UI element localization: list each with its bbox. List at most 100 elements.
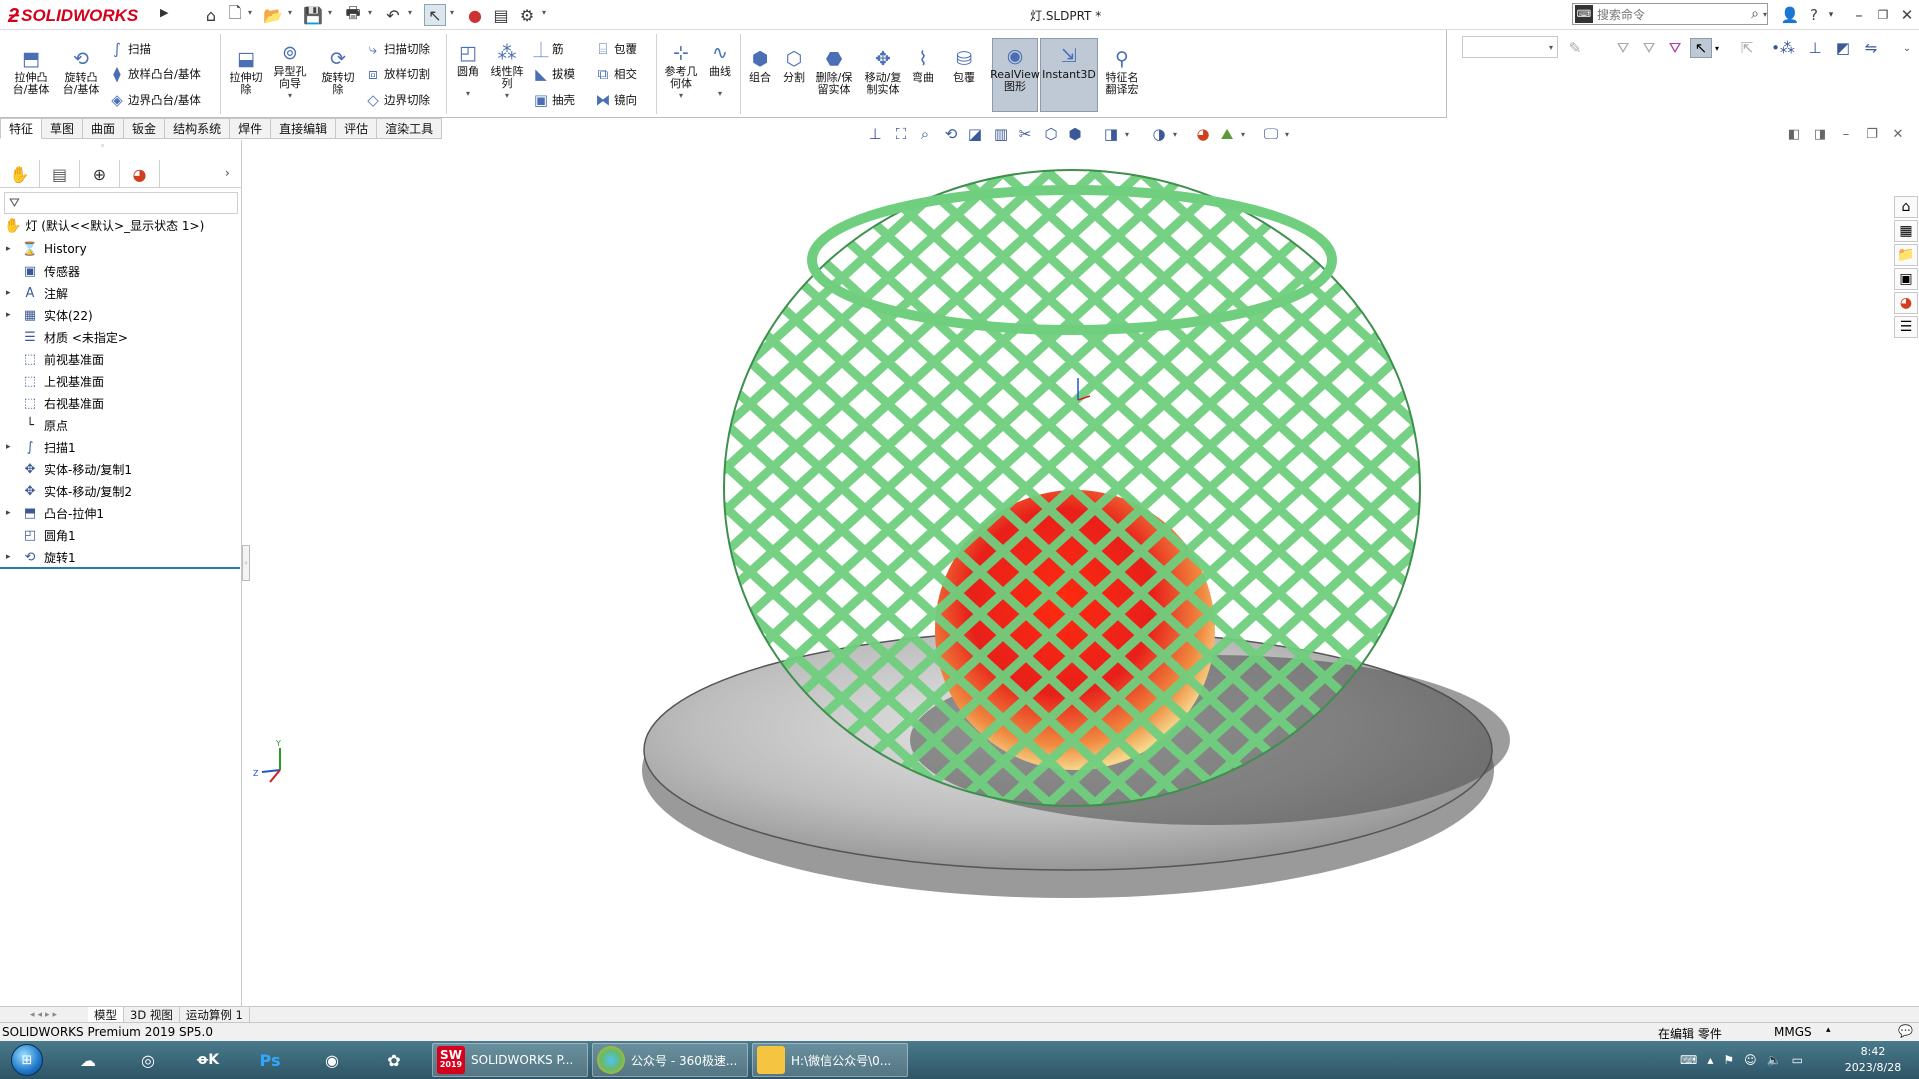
tray-network-icon[interactable]: ▭ (1792, 1053, 1803, 1067)
hole-wizard-button[interactable]: ⊚ 异型孔 向导 ▾ (268, 42, 312, 102)
help-icon[interactable]: ? (1804, 4, 1824, 26)
tab-sheet-metal[interactable]: 钣金 (124, 118, 166, 139)
display-style-icon[interactable]: ⬢ (1064, 124, 1086, 144)
close-window-icon[interactable]: ✕ (1896, 4, 1918, 26)
solidworks-logo[interactable]: ƻ SOLIDWORKS (8, 4, 156, 28)
wrap2-button[interactable]: ⛁ 包覆 (944, 48, 984, 84)
undo-dropdown-icon[interactable]: ▾ (408, 8, 416, 17)
section-view-icon[interactable]: ◪ (964, 124, 986, 144)
view-settings-scene-icon[interactable]: ⛰ (1216, 124, 1238, 144)
split-button[interactable]: ⬡ 分割 (778, 48, 810, 84)
intersect-button[interactable]: ⧉ 相交 (592, 63, 637, 85)
tab-motion-study[interactable]: 运动算例 1 (180, 1007, 250, 1022)
tab-weldments[interactable]: 焊件 (230, 118, 272, 139)
tray-qq-icon[interactable]: ☺ (1744, 1053, 1757, 1067)
panel-collapse-handle[interactable]: ◦ (242, 545, 250, 581)
tree-item-sensors[interactable]: ▣ 传感器 (6, 260, 238, 282)
panel-grip-icon[interactable]: ◦ (100, 142, 105, 152)
tree-item-solid-bodies[interactable]: ▸ ▦ 实体(22) (6, 304, 238, 326)
save-dropdown-icon[interactable]: ▾ (328, 8, 336, 17)
taskbar-browser-icon[interactable]: ◎ (120, 1043, 176, 1077)
apply-scene-icon[interactable]: ◕ (1192, 124, 1214, 144)
snap-point-icon[interactable]: •⁂ (1771, 38, 1795, 58)
new-dropdown-icon[interactable]: ▾ (248, 8, 256, 17)
tab-model[interactable]: 模型 (88, 1007, 124, 1022)
open-folder-icon[interactable]: 📂 (262, 4, 284, 26)
select-over-geometry-icon[interactable]: ⇱ (1736, 38, 1758, 58)
lofted-cut-button[interactable]: ⧈ 放样切割 (362, 63, 430, 85)
view-orientation-icon[interactable]: ⬡ (1040, 124, 1062, 144)
filter-edges-icon[interactable]: ⛛ (1664, 38, 1686, 58)
search-icon[interactable]: ⌕ (1751, 6, 1759, 22)
tab-3d-view[interactable]: 3D 视图 (124, 1007, 180, 1022)
boundary-boss-button[interactable]: ◈ 边界凸台/基体 (106, 89, 201, 111)
tree-item-move-copy1[interactable]: ✥ 实体-移动/复制1 (6, 458, 238, 480)
tree-item-fillet1[interactable]: ◰ 圆角1 (6, 524, 238, 546)
taskbar-baidu-netdisk-icon[interactable]: ☁ (60, 1043, 116, 1077)
viewport-tile-left-icon[interactable]: ◧ (1784, 124, 1804, 144)
options-dropdown-icon[interactable]: ▾ (542, 8, 550, 17)
task-pane-home-icon[interactable]: ⌂ (1894, 196, 1918, 218)
taskbar-window-browser[interactable]: 公众号 - 360极速... (592, 1043, 748, 1077)
swept-cut-button[interactable]: ⤷ 扫描切除 (362, 38, 430, 60)
task-pane-design-library-icon[interactable]: ▦ (1894, 220, 1918, 242)
viewport-close-icon[interactable]: ✕ (1888, 124, 1908, 144)
help-dropdown-icon[interactable]: ▾ (1826, 4, 1836, 26)
realview-button[interactable]: ◉ RealView 图形 (990, 38, 1040, 112)
scene-dropdown-icon[interactable]: ▾ (1238, 124, 1248, 144)
tray-volume-icon[interactable]: 🔈 (1767, 1053, 1782, 1067)
tray-expand-icon[interactable]: ▴ (1707, 1053, 1713, 1067)
edit-appearance-icon[interactable]: ◑ (1148, 124, 1170, 144)
viewport-minimize-icon[interactable]: – (1836, 124, 1856, 144)
snap-line-icon[interactable]: ⊥ (1804, 38, 1826, 58)
tree-item-sweep1[interactable]: ▸ ∫ 扫描1 (6, 436, 238, 458)
view-setting-icon[interactable]: ✂ (1014, 124, 1036, 144)
tree-item-top-plane[interactable]: ⬚ 上视基准面 (6, 370, 238, 392)
rollback-bar[interactable] (0, 567, 240, 569)
file-properties-icon[interactable]: ▤ (490, 4, 512, 26)
reference-geometry-button[interactable]: ⊹ 参考几 何体 ▾ (660, 42, 702, 102)
combo-dropdown-icon[interactable]: ▾ (1549, 43, 1553, 52)
configuration-combo[interactable]: ▾ (1462, 36, 1558, 58)
tree-item-boss-extrude1[interactable]: ▸ ⬒ 凸台-拉伸1 (6, 502, 238, 524)
combine-button[interactable]: ⬢ 组合 (744, 48, 776, 84)
extrude-cut-button[interactable]: ⬓ 拉伸切 除 (224, 48, 268, 96)
tree-item-annotations[interactable]: ▸ A 注解 (6, 282, 238, 304)
open-dropdown-icon[interactable]: ▾ (288, 8, 296, 17)
tab-render-tools[interactable]: 渲染工具 (377, 118, 443, 139)
search-dropdown-icon[interactable]: ▾ (1763, 10, 1767, 19)
minimize-window-icon[interactable]: – (1848, 4, 1870, 26)
tree-item-move-copy2[interactable]: ✥ 实体-移动/复制2 (6, 480, 238, 502)
select-mode-dropdown-icon[interactable]: ▾ (1712, 38, 1722, 58)
menu-expand-arrow-icon[interactable]: ▶ (160, 6, 170, 24)
home-icon[interactable]: ⌂ (200, 4, 222, 26)
expand-arrow-icon[interactable]: ▸ (6, 442, 20, 452)
task-pane-custom-properties-icon[interactable]: ☰ (1894, 316, 1918, 338)
dynamic-annotation-icon[interactable]: ▥ (990, 124, 1012, 144)
extrude-boss-button[interactable]: ⬒ 拉伸凸 台/基体 (8, 48, 54, 96)
tab-evaluate[interactable]: 评估 (336, 118, 378, 139)
hole-wizard-dropdown-icon[interactable]: ▾ (288, 90, 292, 102)
expand-arrow-icon[interactable]: ▸ (6, 552, 20, 562)
select-dropdown-icon[interactable]: ▾ (450, 8, 458, 17)
boundary-cut-button[interactable]: ◇ 边界切除 (362, 89, 430, 111)
unit-system-dropdown-icon[interactable]: ▴ (1826, 1025, 1831, 1035)
tab-structure-system[interactable]: 结构系统 (165, 118, 231, 139)
comment-icon[interactable]: ✎ (1564, 38, 1586, 58)
instant3d-button[interactable]: ⇲ Instant3D (1040, 38, 1098, 112)
print-icon[interactable]: 🖶 (342, 3, 364, 26)
undo-icon[interactable]: ↶ (382, 4, 404, 26)
sweep-button[interactable]: ∫ 扫描 (106, 38, 151, 60)
hide-show-dropdown-icon[interactable]: ▾ (1122, 124, 1132, 144)
expand-arrow-icon[interactable]: ▸ (6, 508, 20, 518)
toolbar-expand-icon[interactable]: ⌄ (1896, 38, 1918, 58)
unit-system[interactable]: MMGS (1774, 1025, 1812, 1039)
curves-button[interactable]: ∿ 曲线 ▾ (704, 42, 736, 100)
viewport-restore-icon[interactable]: ❐ (1862, 124, 1882, 144)
linear-pattern-dropdown-icon[interactable]: ▾ (505, 90, 509, 102)
fillet-button[interactable]: ◰ 圆角 ▾ (450, 42, 486, 100)
tab-direct-editing[interactable]: 直接编辑 (271, 118, 337, 139)
rebuild-traffic-light-icon[interactable]: ● (464, 4, 486, 26)
taskbar-tool-icon[interactable]: ✿ (366, 1043, 422, 1077)
view-orientation-anchor-icon[interactable]: ⊥ (864, 124, 886, 144)
